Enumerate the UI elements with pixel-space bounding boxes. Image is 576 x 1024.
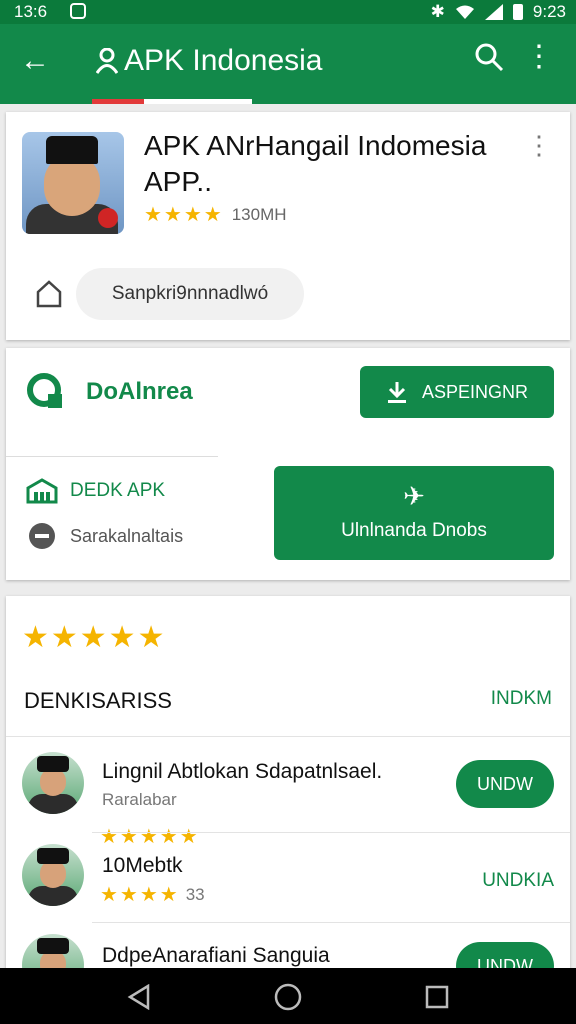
back-triangle-icon[interactable] [126,984,152,1010]
item-action-button[interactable]: UNDW [456,760,554,808]
divider [6,736,570,737]
recents-square-icon[interactable] [424,984,450,1010]
apk-box-icon [26,478,58,504]
share-icon[interactable] [34,278,64,308]
big-download-button[interactable]: ✈ Ulnlnanda Dnobs [274,466,554,560]
share-pill[interactable]: Sanpkri9nnnadlwó [76,268,304,320]
apk-label: DEDK APK [70,480,166,501]
plane-icon: ✈ [403,481,425,511]
app-name: APK ANrHangail Indomesia [144,130,487,161]
app-bar: ← APK Indonesia ⋮ [0,24,576,104]
more-vert-icon[interactable]: ⋮ [524,42,554,72]
battery-icon [512,4,523,20]
divider [92,832,570,833]
section-action-link[interactable]: INDKM [491,688,552,710]
card-more-icon[interactable]: ⋮ [526,130,552,161]
rating-stars: ★★★★ [144,204,224,226]
item-subtitle: Raralabar [102,790,177,809]
home-circle-icon[interactable] [274,983,302,1011]
person-icon [96,48,118,74]
overall-rating-stars: ★★★★★ [22,621,167,654]
add-circle-icon [29,523,55,549]
back-arrow-icon[interactable]: ← [20,44,50,78]
brand-logo-icon [27,373,62,408]
app-bar-title: APK Indonesia [124,44,323,77]
app-icon [22,132,124,234]
download-icon [387,382,406,403]
notification-icon [70,3,86,19]
status-time-right: 9:23 [532,2,566,21]
item-title: 10Mebtk [102,854,183,877]
item-count: 33 [185,884,205,904]
item-action-link[interactable]: UNDKIA [482,870,554,892]
top-download-button[interactable]: ASPEINGNR [360,366,554,418]
item-title: DdpeAnarafiani Sanguia [102,944,330,967]
item-title: Lingnil Abtlokan Sdapatnlsael. [102,760,383,783]
download-card: DoAlnrea ASPEINGNR DEDK APK Sarakalnalta… [6,348,570,580]
wifi-icon [455,5,474,19]
tab-indicator [92,99,252,104]
signal-icon [484,4,503,20]
reviews-card: ★★★★★ DENKISARISS INDKM Lingnil Abtlokan… [6,596,570,996]
divider [92,922,570,923]
item-stars: ★★★★ [100,884,180,906]
search-icon[interactable] [474,42,504,72]
status-time: 13:6 [14,2,48,21]
section-title: DENKISARISS [24,688,172,713]
system-nav-bar [0,968,576,1024]
app-name-line2: APP.. [144,166,212,197]
brand-name: DoAlnrea [86,378,193,405]
divider [6,456,218,457]
badge-icon [98,208,118,228]
bug-icon: ✱ [430,2,445,21]
avatar [22,752,84,814]
avatar [22,844,84,906]
download-count: 130MH [231,204,287,224]
status-bar: 13:6 ✱ 9:23 [0,0,576,24]
apk-sub-label: Sarakalnaltais [70,526,184,546]
app-info-card: APK ANrHangail Indomesia APP.. ★★★★ 130M… [6,112,570,340]
item-stars: ★★★★★ [100,826,200,848]
